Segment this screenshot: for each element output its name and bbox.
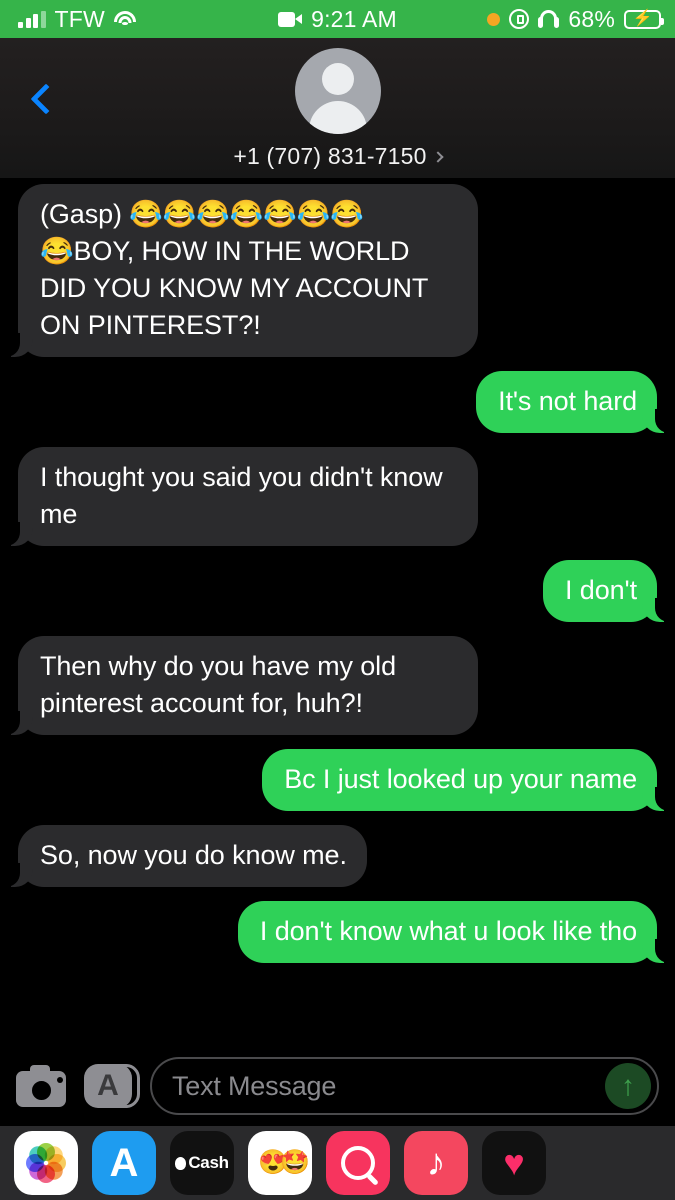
memoji-stickers-icon[interactable]: 😍🤩 (248, 1131, 312, 1195)
outgoing-message-bubble[interactable]: Bc I just looked up your name (262, 748, 669, 811)
incoming-message-bubble[interactable]: So, now you do know me. (6, 824, 367, 887)
app-store-glyph: A (109, 1141, 139, 1185)
message-input-field[interactable]: Text Message ↑ (150, 1057, 659, 1115)
memoji-faces-glyph: 😍🤩 (258, 1149, 310, 1176)
apple-logo-icon (175, 1156, 187, 1170)
headphones-icon (538, 10, 560, 28)
contact-avatar-placeholder-icon (294, 48, 381, 134)
contact-name[interactable]: +1 (707) 831-7150 (233, 143, 444, 170)
apple-cash-app-icon[interactable]: Cash (170, 1131, 234, 1195)
message-row: Then why do you have my old pinterest ac… (0, 635, 675, 735)
clock-label: 9:21 AM (311, 5, 397, 32)
apple-music-icon[interactable]: ♪ (404, 1131, 468, 1195)
images-search-icon[interactable] (326, 1131, 390, 1195)
status-bar-right: 68% ⚡ (487, 5, 664, 33)
outgoing-message-bubble[interactable]: I don't know what u look like tho (237, 900, 670, 963)
digital-touch-heart-icon[interactable]: ♥ (482, 1131, 546, 1195)
send-arrow-up-icon: ↑ (621, 1070, 635, 1101)
send-button[interactable]: ↑ (605, 1063, 651, 1109)
message-row: I thought you said you didn't know me (0, 446, 675, 546)
outgoing-message-bubble[interactable]: I don't (542, 559, 670, 622)
apple-cash-label: Cash (188, 1153, 229, 1172)
message-row: It's not hard (0, 370, 675, 433)
photos-app-icon[interactable] (14, 1131, 78, 1195)
heart-glyph: ♥ (503, 1142, 525, 1183)
message-thread[interactable]: (Gasp) 😂😂😂😂😂😂😂 😂BOY, HOW IN THE WORLD DID… (0, 178, 675, 1046)
incoming-message-bubble[interactable]: I thought you said you didn't know me (6, 446, 478, 546)
message-row: (Gasp) 😂😂😂😂😂😂😂 😂BOY, HOW IN THE WORLD DID… (0, 184, 675, 357)
status-bar: TFW 9:21 AM 68% ⚡ (0, 0, 675, 38)
imessage-app-dock[interactable]: A Cash 😍🤩 ♪ ♥ (0, 1126, 675, 1200)
app-store-app-icon[interactable]: A (92, 1131, 156, 1195)
battery-charging-icon: ⚡ (624, 9, 664, 29)
video-record-icon (278, 11, 303, 27)
magnifier-globe-icon (341, 1146, 379, 1186)
camera-icon[interactable] (16, 1062, 68, 1110)
message-input-placeholder: Text Message (172, 1070, 337, 1101)
contact-name-label: +1 (707) 831-7150 (233, 143, 427, 169)
rotation-lock-icon (509, 9, 530, 29)
chevron-right-icon (431, 150, 444, 163)
app-store-glyph: A (97, 1069, 119, 1102)
contact-header[interactable]: +1 (707) 831-7150 (0, 48, 675, 170)
battery-percent-label: 68% (568, 5, 615, 32)
outgoing-message-bubble[interactable]: It's not hard (476, 370, 669, 433)
message-row: Bc I just looked up your name (0, 748, 675, 811)
conversation-header: +1 (707) 831-7150 (0, 38, 675, 178)
message-row: I don't (0, 559, 675, 622)
orange-dot-icon (487, 12, 501, 26)
incoming-message-bubble[interactable]: Then why do you have my old pinterest ac… (6, 635, 478, 735)
message-input-bar: A Text Message ↑ (0, 1046, 675, 1126)
photos-flower-glyph (24, 1141, 68, 1185)
messages-app-screen: TFW 9:21 AM 68% ⚡ +1 (707) 831-7150 (Gas… (0, 0, 675, 1200)
app-store-icon[interactable]: A (82, 1062, 140, 1110)
incoming-message-bubble[interactable]: (Gasp) 😂😂😂😂😂😂😂 😂BOY, HOW IN THE WORLD DID… (6, 184, 478, 357)
message-row: I don't know what u look like tho (0, 900, 675, 963)
music-note-glyph: ♪ (426, 1142, 446, 1184)
message-row: So, now you do know me. (0, 824, 675, 887)
